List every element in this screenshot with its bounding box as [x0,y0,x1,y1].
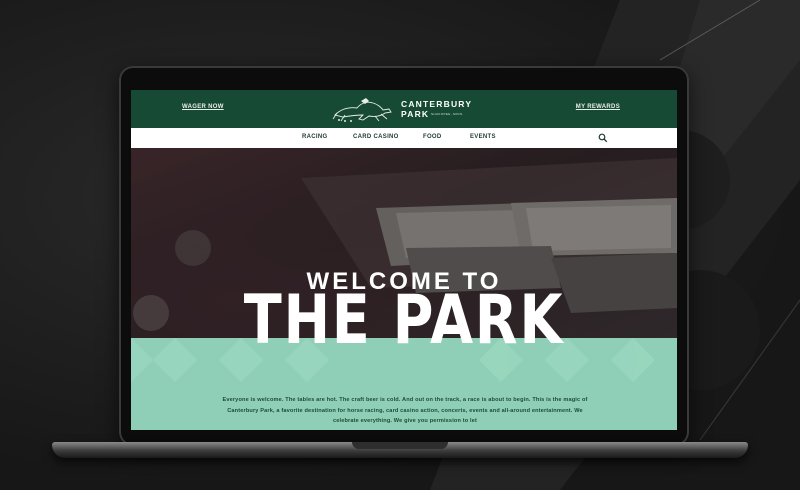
hero-heading-large: THE PARK [243,281,565,360]
nav-item-racing[interactable]: RACING [302,134,327,140]
laptop-notch [352,442,448,449]
logo-name-line1: CANTERBURY [401,99,473,109]
logo-location: SHAKOPEE, MINN. [431,112,464,116]
wager-now-link[interactable]: WAGER NOW [182,104,224,110]
horse-racing-icon [332,98,392,122]
nav-item-events[interactable]: EVENTS [470,134,496,140]
main-nav: RACING CARD CASINO FOOD EVENTS [131,128,677,148]
nav-item-card-casino[interactable]: CARD CASINO [353,134,399,140]
search-icon[interactable] [598,133,608,143]
my-rewards-link[interactable]: MY REWARDS [576,104,620,110]
site-header: WAGER NOW CANTERBURY PARK SHAKOPEE, MINN… [131,90,677,128]
logo-name-line2: PARK [401,109,430,119]
nav-item-food[interactable]: FOOD [423,134,442,140]
laptop-screen: WAGER NOW CANTERBURY PARK SHAKOPEE, MINN… [131,90,677,430]
intro-paragraph: Everyone is welcome. The tables are hot.… [222,397,588,424]
canterbury-park-logo[interactable]: CANTERBURY PARK SHAKOPEE, MINN. [331,95,477,123]
